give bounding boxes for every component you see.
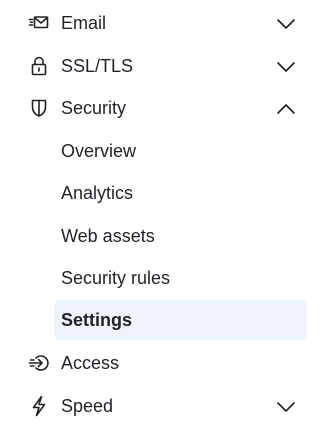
shield-icon: [28, 97, 50, 119]
sidebar-subitem-label: Settings: [61, 310, 133, 330]
chevron-up-icon[interactable]: [275, 98, 297, 120]
sidebar-nav: Email SSL/TLS Security Overview Analytic…: [0, 0, 321, 426]
sidebar-item-ssl-tls[interactable]: SSL/TLS: [0, 45, 321, 87]
sidebar-item-email[interactable]: Email: [0, 2, 321, 44]
sidebar-subitem-label: Security rules: [61, 268, 171, 288]
sidebar-item-label: Security: [61, 98, 127, 118]
chevron-down-icon[interactable]: [275, 56, 297, 78]
sidebar-item-label: Access: [61, 353, 120, 373]
lock-icon: [28, 55, 50, 77]
sidebar-item-label: Speed: [61, 396, 114, 416]
lightning-icon: [28, 395, 50, 417]
email-icon: [28, 12, 50, 34]
sidebar-subitem-label: Analytics: [61, 183, 134, 203]
sidebar-item-label: SSL/TLS: [61, 56, 134, 76]
sidebar-item-speed[interactable]: Speed: [0, 385, 321, 426]
sidebar-subitem-overview[interactable]: Overview: [54, 131, 307, 171]
chevron-down-icon[interactable]: [275, 396, 297, 418]
sidebar-item-label: Email: [61, 13, 107, 33]
sidebar-subitem-web-assets[interactable]: Web assets: [54, 216, 307, 256]
sidebar-subitem-label: Overview: [61, 141, 137, 161]
sidebar-subitem-analytics[interactable]: Analytics: [54, 173, 307, 213]
access-icon: [28, 352, 50, 374]
sidebar-subitem-security-rules[interactable]: Security rules: [54, 258, 307, 298]
sidebar-item-access[interactable]: Access: [0, 342, 321, 384]
chevron-down-icon[interactable]: [275, 13, 297, 35]
sidebar-subitem-settings[interactable]: Settings: [54, 300, 307, 340]
sidebar-item-security[interactable]: Security: [0, 87, 321, 129]
sidebar-subitem-label: Web assets: [61, 226, 155, 246]
